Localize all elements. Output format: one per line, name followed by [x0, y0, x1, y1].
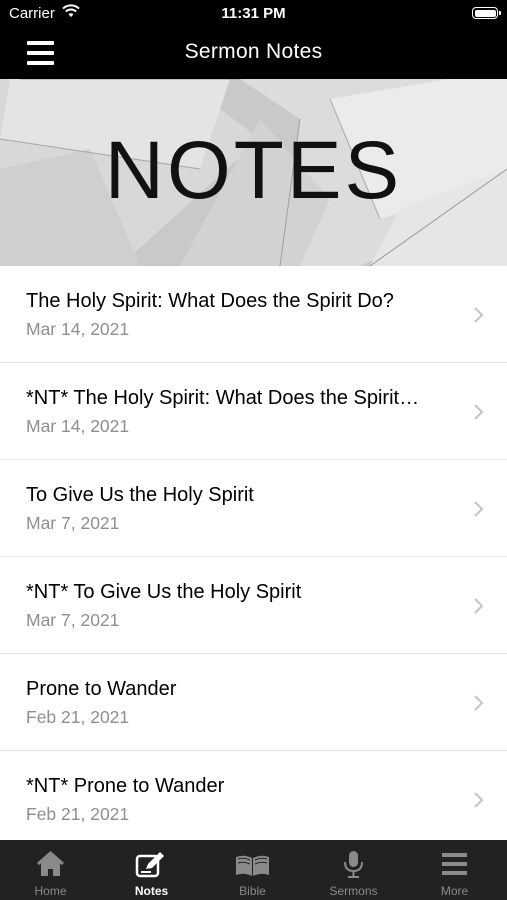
note-date: Mar 14, 2021 [26, 319, 130, 339]
chevron-right-icon [474, 792, 484, 808]
chevron-right-icon [474, 695, 484, 711]
tab-label: Home [34, 884, 67, 898]
tab-bible[interactable]: Bible [202, 840, 303, 900]
tab-label: Notes [134, 884, 169, 898]
note-row[interactable]: The Holy Spirit: What Does the Spirit Do… [0, 266, 507, 363]
navigation-bar: Sermon Notes [0, 28, 507, 79]
tab-home[interactable]: Home [0, 840, 101, 900]
note-title: The Holy Spirit: What Does the Spirit Do… [26, 290, 394, 312]
note-row[interactable]: *NT* To Give Us the Holy Spirit Mar 7, 2… [0, 557, 507, 654]
note-date: Mar 7, 2021 [26, 610, 120, 630]
note-date: Feb 21, 2021 [26, 707, 130, 727]
note-row[interactable]: *NT* The Holy Spirit: What Does the Spir… [0, 363, 507, 460]
note-title: To Give Us the Holy Spirit [26, 484, 254, 506]
note-title: *NT* Prone to Wander [26, 775, 225, 797]
bible-book-icon [236, 855, 269, 876]
tab-more[interactable]: More [404, 840, 505, 900]
hero-title: NOTES [104, 125, 403, 216]
status-bar: Carrier 11:31 PM [0, 0, 507, 28]
more-menu-icon [442, 853, 467, 875]
page-title: Sermon Notes [184, 40, 323, 63]
tab-label: Bible [239, 884, 266, 898]
note-row[interactable]: *NT* Prone to Wander Feb 21, 2021 [0, 751, 507, 840]
home-icon [37, 851, 64, 876]
notes-list: The Holy Spirit: What Does the Spirit Do… [0, 266, 507, 840]
tab-notes[interactable]: Notes [101, 840, 202, 900]
note-date: Mar 14, 2021 [26, 416, 130, 436]
note-title: *NT* To Give Us the Holy Spirit [26, 581, 302, 603]
battery-icon [472, 7, 501, 19]
chevron-right-icon [474, 501, 484, 517]
tab-bar: Home Notes Bible Sermons More [0, 840, 507, 900]
note-row[interactable]: Prone to Wander Feb 21, 2021 [0, 654, 507, 751]
chevron-right-icon [474, 404, 484, 420]
tab-label: Sermons [329, 884, 378, 898]
note-date: Feb 21, 2021 [26, 804, 130, 824]
note-row[interactable]: To Give Us the Holy Spirit Mar 7, 2021 [0, 460, 507, 557]
notes-edit-icon [135, 852, 164, 878]
tab-label: More [440, 884, 469, 898]
notes-hero-banner: NOTES [0, 79, 507, 266]
status-time: 11:31 PM [221, 5, 286, 22]
tab-sermons[interactable]: Sermons [303, 840, 404, 900]
chevron-right-icon [474, 307, 484, 323]
microphone-icon [344, 851, 363, 878]
note-title: Prone to Wander [26, 678, 177, 700]
note-title: *NT* The Holy Spirit: What Does the Spir… [26, 387, 420, 409]
chevron-right-icon [474, 598, 484, 614]
note-date: Mar 7, 2021 [26, 513, 120, 533]
